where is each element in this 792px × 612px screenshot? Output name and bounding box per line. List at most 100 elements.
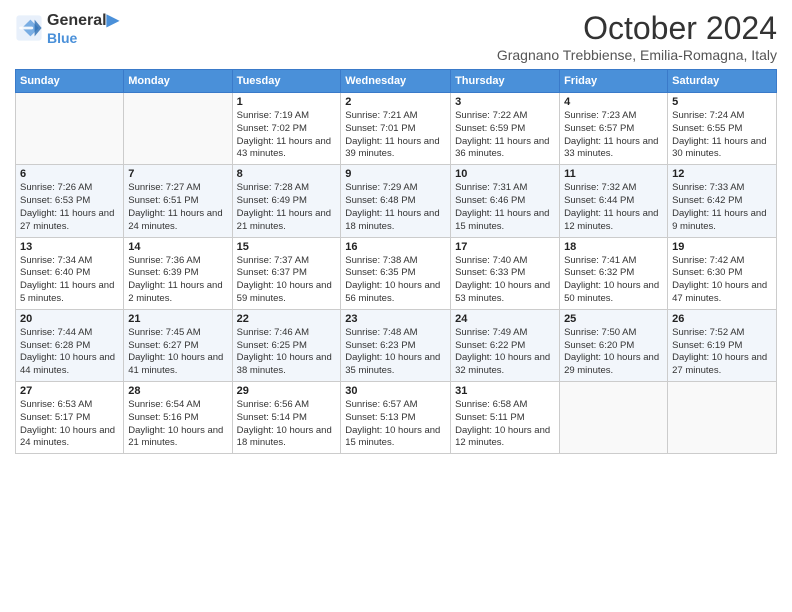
calendar-week-row: 1Sunrise: 7:19 AM Sunset: 7:02 PM Daylig… <box>16 93 777 165</box>
day-info: Sunrise: 7:45 AM Sunset: 6:27 PM Dayligh… <box>128 327 227 378</box>
calendar-cell: 28 Sunrise: 6:54 AM Sunset: 5:16 PM Dayli… <box>124 382 232 454</box>
calendar-cell: 21 Sunrise: 7:45 AM Sunset: 6:27 PM Dayli… <box>124 309 232 381</box>
col-tuesday: Tuesday <box>232 70 341 93</box>
day-info: Sunrise: 7:26 AM Sunset: 6:53 PM Dayligh… <box>20 182 119 233</box>
day-info: Sunrise: 6:54 AM Sunset: 5:16 PM Dayligh… <box>128 399 227 450</box>
calendar-week-row: 27 Sunrise: 6:53 AM Sunset: 5:17 PM Dayli… <box>16 382 777 454</box>
calendar-cell: 25Sunrise: 7:50 AM Sunset: 6:20 PM Dayli… <box>560 309 668 381</box>
calendar-cell: 7 Sunrise: 7:27 AM Sunset: 6:51 PM Daylig… <box>124 165 232 237</box>
day-number: 21 <box>128 313 227 325</box>
day-number: 2 <box>345 96 446 108</box>
day-info: Sunrise: 7:24 AM Sunset: 6:55 PM Dayligh… <box>672 110 772 161</box>
day-number: 3 <box>455 96 555 108</box>
calendar-cell: 26 Sunrise: 7:52 AM Sunset: 6:19 PM Dayli… <box>668 309 777 381</box>
day-number: 29 <box>237 385 337 397</box>
day-number: 5 <box>672 96 772 108</box>
calendar-week-row: 13 Sunrise: 7:34 AM Sunset: 6:40 PM Dayli… <box>16 237 777 309</box>
day-number: 24 <box>455 313 555 325</box>
day-number: 27 <box>20 385 119 397</box>
calendar-table: Sunday Monday Tuesday Wednesday Thursday… <box>15 69 777 454</box>
calendar-cell <box>16 93 124 165</box>
day-info: Sunrise: 7:21 AM Sunset: 7:01 PM Dayligh… <box>345 110 446 161</box>
header: General▶ Blue October 2024 Gragnano Treb… <box>15 10 777 63</box>
col-thursday: Thursday <box>451 70 560 93</box>
day-info: Sunrise: 7:32 AM Sunset: 6:44 PM Dayligh… <box>564 182 663 233</box>
day-number: 20 <box>20 313 119 325</box>
calendar-cell: 24 Sunrise: 7:49 AM Sunset: 6:22 PM Dayli… <box>451 309 560 381</box>
calendar-cell: 22 Sunrise: 7:46 AM Sunset: 6:25 PM Dayli… <box>232 309 341 381</box>
day-number: 26 <box>672 313 772 325</box>
day-number: 8 <box>237 168 337 180</box>
day-number: 10 <box>455 168 555 180</box>
day-number: 4 <box>564 96 663 108</box>
day-number: 30 <box>345 385 446 397</box>
logo: General▶ Blue <box>15 10 119 46</box>
calendar-cell: 4 Sunrise: 7:23 AM Sunset: 6:57 PM Daylig… <box>560 93 668 165</box>
day-info: Sunrise: 7:41 AM Sunset: 6:32 PM Dayligh… <box>564 255 663 306</box>
calendar-cell: 23 Sunrise: 7:48 AM Sunset: 6:23 PM Dayli… <box>341 309 451 381</box>
calendar-cell: 14 Sunrise: 7:36 AM Sunset: 6:39 PM Dayli… <box>124 237 232 309</box>
calendar-cell: 17 Sunrise: 7:40 AM Sunset: 6:33 PM Dayli… <box>451 237 560 309</box>
day-info: Sunrise: 7:50 AM Sunset: 6:20 PM Dayligh… <box>564 327 663 378</box>
day-info: Sunrise: 7:31 AM Sunset: 6:46 PM Dayligh… <box>455 182 555 233</box>
day-info: Sunrise: 7:37 AM Sunset: 6:37 PM Dayligh… <box>237 255 337 306</box>
calendar-cell: 5 Sunrise: 7:24 AM Sunset: 6:55 PM Daylig… <box>668 93 777 165</box>
col-friday: Friday <box>560 70 668 93</box>
day-number: 22 <box>237 313 337 325</box>
day-info: Sunrise: 7:46 AM Sunset: 6:25 PM Dayligh… <box>237 327 337 378</box>
day-number: 7 <box>128 168 227 180</box>
day-info: Sunrise: 7:34 AM Sunset: 6:40 PM Dayligh… <box>20 255 119 306</box>
day-info: Sunrise: 7:33 AM Sunset: 6:42 PM Dayligh… <box>672 182 772 233</box>
calendar-cell: 9 Sunrise: 7:29 AM Sunset: 6:48 PM Daylig… <box>341 165 451 237</box>
calendar-cell: 27 Sunrise: 6:53 AM Sunset: 5:17 PM Dayli… <box>16 382 124 454</box>
calendar-cell: 18 Sunrise: 7:41 AM Sunset: 6:32 PM Dayli… <box>560 237 668 309</box>
calendar-cell: 6 Sunrise: 7:26 AM Sunset: 6:53 PM Daylig… <box>16 165 124 237</box>
calendar-cell: 29 Sunrise: 6:56 AM Sunset: 5:14 PM Dayli… <box>232 382 341 454</box>
calendar-cell: 10 Sunrise: 7:31 AM Sunset: 6:46 PM Dayli… <box>451 165 560 237</box>
day-number: 28 <box>128 385 227 397</box>
day-number: 9 <box>345 168 446 180</box>
day-number: 15 <box>237 241 337 253</box>
calendar-cell: 2 Sunrise: 7:21 AM Sunset: 7:01 PM Daylig… <box>341 93 451 165</box>
calendar-cell: 31Sunrise: 6:58 AM Sunset: 5:11 PM Dayli… <box>451 382 560 454</box>
day-info: Sunrise: 7:36 AM Sunset: 6:39 PM Dayligh… <box>128 255 227 306</box>
day-info: Sunrise: 7:23 AM Sunset: 6:57 PM Dayligh… <box>564 110 663 161</box>
day-number: 18 <box>564 241 663 253</box>
calendar-week-row: 6 Sunrise: 7:26 AM Sunset: 6:53 PM Daylig… <box>16 165 777 237</box>
calendar-cell <box>668 382 777 454</box>
day-info: Sunrise: 6:53 AM Sunset: 5:17 PM Dayligh… <box>20 399 119 450</box>
calendar-cell: 30 Sunrise: 6:57 AM Sunset: 5:13 PM Dayli… <box>341 382 451 454</box>
calendar-header-row: Sunday Monday Tuesday Wednesday Thursday… <box>16 70 777 93</box>
day-info: Sunrise: 7:48 AM Sunset: 6:23 PM Dayligh… <box>345 327 446 378</box>
col-saturday: Saturday <box>668 70 777 93</box>
day-info: Sunrise: 7:22 AM Sunset: 6:59 PM Dayligh… <box>455 110 555 161</box>
col-sunday: Sunday <box>16 70 124 93</box>
calendar-cell: 3 Sunrise: 7:22 AM Sunset: 6:59 PM Daylig… <box>451 93 560 165</box>
day-info: Sunrise: 7:52 AM Sunset: 6:19 PM Dayligh… <box>672 327 772 378</box>
day-number: 13 <box>20 241 119 253</box>
day-info: Sunrise: 7:19 AM Sunset: 7:02 PM Dayligh… <box>237 110 337 161</box>
calendar-cell: 19Sunrise: 7:42 AM Sunset: 6:30 PM Dayli… <box>668 237 777 309</box>
day-number: 6 <box>20 168 119 180</box>
day-info: Sunrise: 7:49 AM Sunset: 6:22 PM Dayligh… <box>455 327 555 378</box>
calendar-cell: 12Sunrise: 7:33 AM Sunset: 6:42 PM Dayli… <box>668 165 777 237</box>
day-info: Sunrise: 7:38 AM Sunset: 6:35 PM Dayligh… <box>345 255 446 306</box>
col-wednesday: Wednesday <box>341 70 451 93</box>
day-info: Sunrise: 7:28 AM Sunset: 6:49 PM Dayligh… <box>237 182 337 233</box>
day-info: Sunrise: 7:27 AM Sunset: 6:51 PM Dayligh… <box>128 182 227 233</box>
day-info: Sunrise: 6:56 AM Sunset: 5:14 PM Dayligh… <box>237 399 337 450</box>
calendar-cell: 16Sunrise: 7:38 AM Sunset: 6:35 PM Dayli… <box>341 237 451 309</box>
location-title: Gragnano Trebbiense, Emilia-Romagna, Ita… <box>497 47 777 63</box>
day-number: 31 <box>455 385 555 397</box>
col-monday: Monday <box>124 70 232 93</box>
day-info: Sunrise: 7:40 AM Sunset: 6:33 PM Dayligh… <box>455 255 555 306</box>
day-number: 23 <box>345 313 446 325</box>
day-number: 17 <box>455 241 555 253</box>
day-info: Sunrise: 7:29 AM Sunset: 6:48 PM Dayligh… <box>345 182 446 233</box>
title-block: October 2024 Gragnano Trebbiense, Emilia… <box>497 10 777 63</box>
calendar-cell: 11Sunrise: 7:32 AM Sunset: 6:44 PM Dayli… <box>560 165 668 237</box>
day-info: Sunrise: 6:57 AM Sunset: 5:13 PM Dayligh… <box>345 399 446 450</box>
calendar-cell <box>560 382 668 454</box>
logo-text: General▶ Blue <box>47 10 119 46</box>
day-number: 14 <box>128 241 227 253</box>
